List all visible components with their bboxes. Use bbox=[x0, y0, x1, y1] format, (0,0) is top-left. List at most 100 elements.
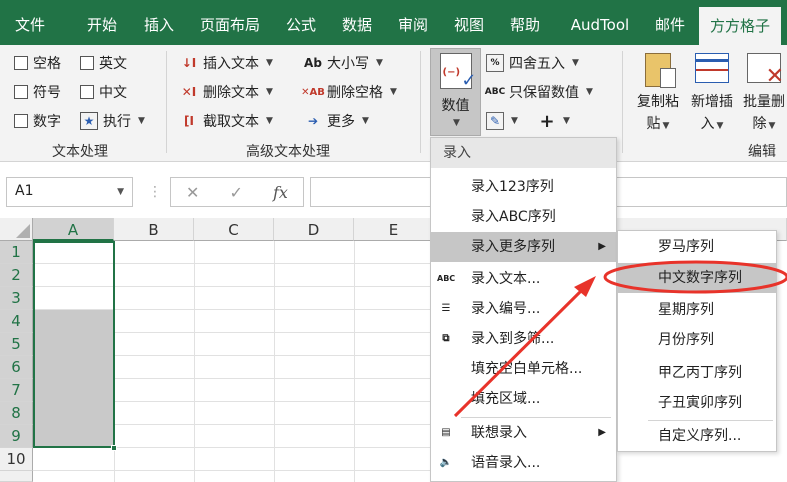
menu-item-numbering[interactable]: ☰ 录入编号... bbox=[431, 294, 616, 324]
plus-button[interactable]: + ▼ bbox=[538, 110, 570, 132]
tab-review[interactable]: 审阅 bbox=[391, 0, 435, 45]
extract-text-label: 截取文本 bbox=[203, 114, 259, 130]
add-insert-button[interactable]: 新增插 入 ▼ bbox=[686, 53, 738, 137]
tab-page-layout[interactable]: 页面布局 bbox=[195, 0, 265, 45]
submenu-item-month[interactable]: 月份序列 bbox=[618, 325, 776, 355]
tab-view[interactable]: 视图 bbox=[447, 0, 491, 45]
checkbox-box[interactable] bbox=[14, 56, 28, 70]
gridline bbox=[194, 241, 195, 482]
submenu-item-jiayi[interactable]: 甲乙丙丁序列 bbox=[618, 358, 776, 388]
checkbox-symbol[interactable]: 符号 bbox=[14, 81, 61, 103]
cancel-icon[interactable]: ✕ bbox=[186, 183, 199, 202]
more-button[interactable]: ➔ 更多 ▼ bbox=[304, 110, 369, 132]
checkbox-box[interactable] bbox=[80, 85, 94, 99]
submenu-item-weekday[interactable]: 星期序列 bbox=[618, 295, 776, 325]
delete-spaces-button[interactable]: ✕AB 删除空格 ▼ bbox=[301, 81, 397, 103]
row-header-9[interactable]: 9 bbox=[0, 425, 33, 448]
round-button[interactable]: % 四舍五入 ▼ bbox=[486, 52, 579, 74]
checkbox-number[interactable]: 数字 bbox=[14, 110, 61, 132]
menu-item-fill-blank[interactable]: 填充空白单元格... bbox=[431, 354, 616, 384]
chevron-down-icon: ▼ bbox=[563, 116, 570, 126]
menu-item-label: 联想录入 bbox=[471, 425, 527, 441]
delete-text-icon: ✕I bbox=[181, 85, 197, 99]
tab-audtool[interactable]: AudTool bbox=[560, 0, 640, 45]
tab-mail[interactable]: 邮件 bbox=[648, 0, 692, 45]
menu-item-text[interactable]: ABC 录入文本... bbox=[431, 264, 616, 294]
column-header-d[interactable]: D bbox=[274, 218, 354, 241]
menu-item-multi-filter[interactable]: ⧉ 录入到多筛... bbox=[431, 324, 616, 354]
checkbox-chinese[interactable]: 中文 bbox=[80, 81, 127, 103]
execute-button[interactable]: ★ 执行 ▼ bbox=[80, 110, 145, 132]
insert-text-button[interactable]: ↓I 插入文本 ▼ bbox=[180, 52, 273, 74]
batch-delete-label: 批量删 bbox=[743, 94, 785, 110]
row-header-1[interactable]: 1 bbox=[0, 241, 33, 264]
submenu-item-custom[interactable]: 自定义序列... bbox=[618, 421, 776, 451]
submenu-item-roman[interactable]: 罗马序列 bbox=[618, 232, 776, 262]
delete-text-button[interactable]: ✕I 删除文本 ▼ bbox=[180, 81, 273, 103]
row-header-2[interactable]: 2 bbox=[0, 264, 33, 287]
row-header-8[interactable]: 8 bbox=[0, 402, 33, 425]
row-header-3[interactable]: 3 bbox=[0, 287, 33, 310]
menu-item-more-sequences[interactable]: 录入更多序列 ▶ bbox=[431, 232, 616, 262]
tab-insert[interactable]: 插入 bbox=[137, 0, 181, 45]
row-header-7[interactable]: 7 bbox=[0, 379, 33, 402]
tab-help[interactable]: 帮助 bbox=[503, 0, 547, 45]
clipboard-icon bbox=[645, 53, 676, 88]
column-header-a[interactable]: A bbox=[33, 218, 114, 241]
checkbox-box[interactable] bbox=[80, 56, 94, 70]
menu-item-label: 录入更多序列 bbox=[471, 239, 555, 255]
submenu-item-chinese-number[interactable]: 中文数字序列 bbox=[618, 263, 776, 293]
column-header-e[interactable]: E bbox=[354, 218, 434, 241]
checkbox-english[interactable]: 英文 bbox=[80, 52, 127, 74]
confirm-icon[interactable]: ✓ bbox=[230, 183, 243, 202]
more-sequences-submenu: 罗马序列 中文数字序列 星期序列 月份序列 甲乙丙丁序列 子丑寅卯序列 自定义序… bbox=[617, 230, 777, 452]
tab-data[interactable]: 数据 bbox=[335, 0, 379, 45]
case-button[interactable]: Ab 大小写 ▼ bbox=[304, 52, 383, 74]
group-label-text-proc: 文本处理 bbox=[52, 144, 108, 160]
menu-item-123-sequence[interactable]: 录入123序列 bbox=[431, 172, 616, 202]
batch-delete-button[interactable]: ✕ 批量删 除 ▼ bbox=[738, 53, 787, 137]
formula-bar: A1 ▼ ⋮ ✕ ✓ fx bbox=[0, 162, 787, 208]
row-header-4[interactable]: 4 bbox=[0, 310, 33, 333]
chevron-down-icon: ▼ bbox=[453, 118, 460, 128]
edit-note-icon: ✎ bbox=[486, 112, 504, 130]
column-header-c[interactable]: C bbox=[194, 218, 274, 241]
fill-handle[interactable] bbox=[111, 445, 117, 451]
selection-border[interactable] bbox=[33, 241, 115, 448]
tab-home[interactable]: 开始 bbox=[80, 0, 124, 45]
tab-file[interactable]: 文件 bbox=[8, 0, 52, 45]
checkbox-box[interactable] bbox=[14, 114, 28, 128]
row-header-11[interactable] bbox=[0, 471, 33, 482]
menu-item-voice[interactable]: 🔈 语音录入... bbox=[431, 448, 616, 478]
menu-item-label: 录入到多筛... bbox=[471, 331, 555, 347]
submenu-item-zichou[interactable]: 子丑寅卯序列 bbox=[618, 388, 776, 418]
menu-item-fill-area[interactable]: 填充区域... bbox=[431, 384, 616, 414]
checkbox-label: 中文 bbox=[99, 85, 127, 101]
formula-buttons: ✕ ✓ fx bbox=[170, 177, 304, 207]
row-header-10[interactable]: 10 bbox=[0, 448, 33, 471]
fx-icon[interactable]: fx bbox=[273, 183, 288, 202]
copy-paste-button[interactable]: 复制粘 贴 ▼ bbox=[630, 53, 686, 137]
name-box[interactable]: A1 ▼ bbox=[6, 177, 133, 207]
extract-text-button[interactable]: [I 截取文本 ▼ bbox=[180, 110, 273, 132]
tab-formulas[interactable]: 公式 bbox=[279, 0, 323, 45]
menu-item-abc-sequence[interactable]: 录入ABC序列 bbox=[431, 202, 616, 232]
insert-rows-icon bbox=[695, 53, 729, 83]
keep-values-button[interactable]: ABC 只保留数值 ▼ bbox=[485, 81, 593, 103]
drag-handle-icon[interactable]: ⋮ bbox=[148, 184, 162, 200]
numeric-button[interactable]: (−) ✓ 数值 ▼ bbox=[430, 48, 481, 136]
chevron-down-icon[interactable]: ▼ bbox=[117, 187, 124, 197]
case-icon: Ab bbox=[304, 56, 322, 70]
menu-item-association[interactable]: ▤ 联想录入 ▶ bbox=[431, 418, 616, 448]
insert-text-icon: ↓I bbox=[181, 56, 197, 70]
edit-note-button[interactable]: ✎ ▼ bbox=[486, 110, 518, 132]
gridline bbox=[33, 470, 430, 471]
checkbox-box[interactable] bbox=[14, 85, 28, 99]
column-header-b[interactable]: B bbox=[114, 218, 194, 241]
chevron-down-icon: ▼ bbox=[376, 58, 383, 68]
select-all-corner[interactable] bbox=[0, 218, 33, 241]
row-header-5[interactable]: 5 bbox=[0, 333, 33, 356]
row-header-6[interactable]: 6 bbox=[0, 356, 33, 379]
checkbox-space[interactable]: 空格 bbox=[14, 52, 61, 74]
tab-fangfang[interactable]: 方方格子 bbox=[699, 7, 781, 45]
